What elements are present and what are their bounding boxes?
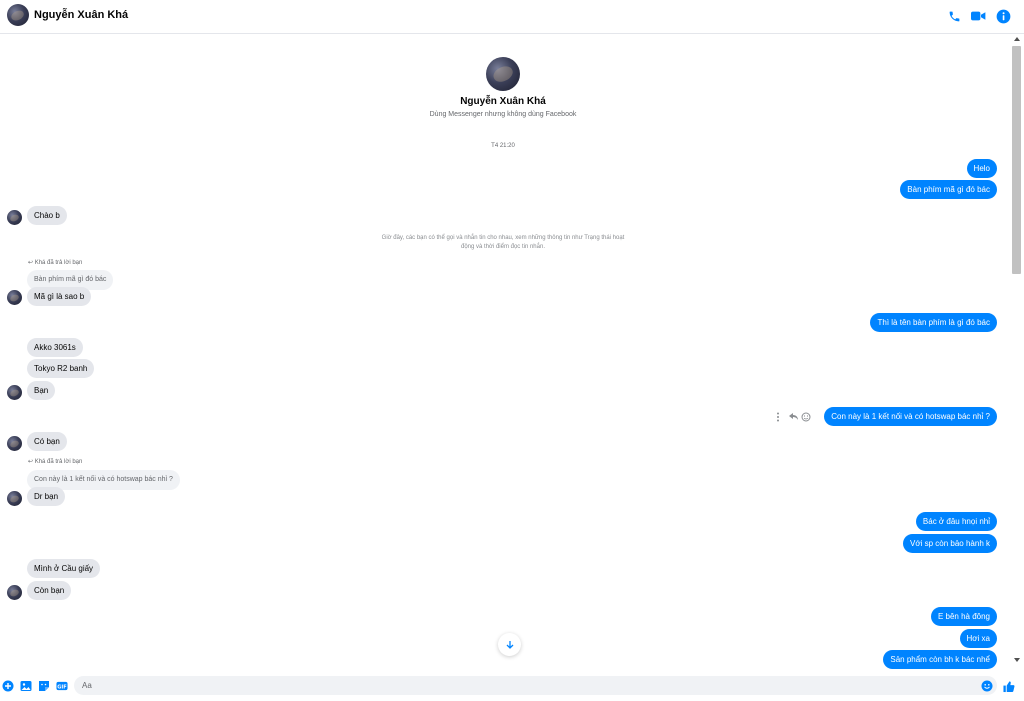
- reply-label-text: Khá đã trả lời bạn: [34, 260, 83, 266]
- composer: GIF Aa: [0, 672, 1024, 701]
- reply-icon: ↩: [28, 260, 34, 266]
- avatar[interactable]: [7, 290, 22, 305]
- conversation-header: Nguyễn Xuân Khá: [0, 0, 1024, 34]
- phone-icon[interactable]: [946, 8, 962, 24]
- contact-name[interactable]: Nguyễn Xuân Khá: [34, 9, 128, 21]
- arrow-down-icon: [506, 640, 513, 649]
- scroll-down-arrow-icon[interactable]: [1014, 658, 1020, 662]
- like-icon[interactable]: [1003, 680, 1015, 692]
- avatar[interactable]: [7, 585, 22, 600]
- message-outgoing[interactable]: Helo: [966, 159, 997, 178]
- message-outgoing[interactable]: Hơi xa: [959, 629, 997, 648]
- message-incoming[interactable]: Mình ở Cầu giấy: [27, 559, 101, 578]
- message-list: Nguyễn Xuân Khá Dùng Messenger nhưng khô…: [0, 35, 1024, 672]
- message-outgoing[interactable]: Bác ở đâu hnọi nhỉ: [915, 512, 997, 531]
- message-input[interactable]: Aa: [74, 676, 997, 695]
- reply-indicator: ↩ Khá đã trả lời bạn: [28, 458, 82, 465]
- profile-avatar[interactable]: [486, 57, 520, 91]
- svg-text:GIF: GIF: [57, 684, 67, 690]
- profile-name: Nguyễn Xuân Khá: [460, 96, 546, 107]
- sticker-icon[interactable]: [38, 680, 50, 692]
- gif-icon[interactable]: GIF: [56, 680, 68, 692]
- reply-icon: ↩: [28, 459, 34, 465]
- avatar[interactable]: [7, 385, 22, 400]
- reply-label-text: Khá đã trả lời bạn: [34, 459, 83, 465]
- video-icon[interactable]: [970, 8, 986, 24]
- profile-subtitle: Dùng Messenger nhưng không dùng Facebook: [429, 111, 577, 118]
- scroll-up-arrow-icon[interactable]: [1014, 37, 1020, 41]
- scroll-to-bottom-button[interactable]: [498, 633, 521, 656]
- avatar[interactable]: [7, 4, 29, 26]
- avatar[interactable]: [7, 210, 22, 225]
- avatar[interactable]: [7, 491, 22, 506]
- message-outgoing[interactable]: Với sp còn bảo hành k: [903, 534, 997, 553]
- message-outgoing[interactable]: Con này là 1 kết nối và có hotswap bác n…: [824, 407, 997, 426]
- reply-icon[interactable]: [789, 413, 798, 420]
- message-incoming[interactable]: Bạn: [27, 381, 56, 400]
- reply-indicator: ↩ Khá đã trả lời bạn: [28, 259, 82, 266]
- message-incoming[interactable]: Chào b: [27, 206, 67, 225]
- emoji-icon[interactable]: [981, 680, 993, 692]
- message-incoming[interactable]: Mã gì là sao b: [27, 287, 92, 306]
- react-icon[interactable]: [801, 412, 811, 422]
- image-icon[interactable]: [20, 680, 32, 692]
- message-actions: [772, 410, 812, 422]
- message-outgoing[interactable]: E bên hà đông: [930, 607, 997, 626]
- message-incoming[interactable]: Tokyo R2 banh: [27, 359, 95, 378]
- avatar[interactable]: [7, 436, 22, 451]
- info-notice: Giờ đây, các bạn có thể gọi và nhắn tin …: [381, 235, 625, 250]
- message-incoming[interactable]: Akko 3061s: [27, 338, 83, 357]
- scrollbar-thumb[interactable]: [1012, 46, 1021, 274]
- more-icon[interactable]: [777, 412, 779, 422]
- message-incoming[interactable]: Có bạn: [27, 432, 67, 451]
- message-incoming[interactable]: Dr bạn: [27, 487, 66, 506]
- message-incoming[interactable]: Còn bạn: [27, 581, 72, 600]
- message-timestamp: T4 21:20: [491, 143, 515, 149]
- scrollbar[interactable]: [1011, 35, 1022, 668]
- message-outgoing[interactable]: Thì là tên bàn phím là gì đó bác: [870, 313, 997, 332]
- info-icon[interactable]: [995, 8, 1011, 24]
- plus-icon[interactable]: [2, 680, 14, 692]
- message-outgoing[interactable]: Bàn phím mã gì đó bác: [900, 180, 997, 199]
- message-outgoing[interactable]: Sản phẩm còn bh k bác nhể: [883, 650, 997, 669]
